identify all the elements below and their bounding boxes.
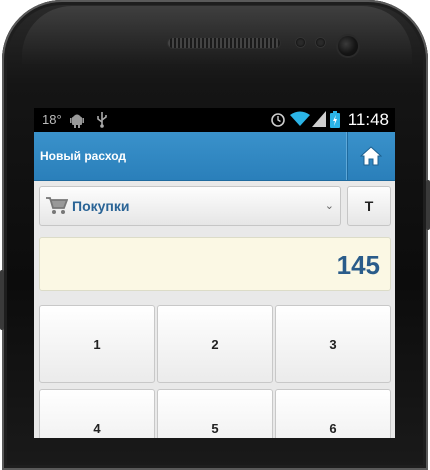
category-value: Покупки [72, 198, 130, 214]
key-5[interactable]: 5 [157, 389, 273, 438]
expense-form: Покупки ⌄ T 145 1 2 3 4 5 6 [34, 181, 395, 438]
key-4[interactable]: 4 [39, 389, 155, 438]
key-1[interactable]: 1 [39, 305, 155, 383]
home-icon [360, 146, 382, 166]
page-title: Новый расход [40, 149, 127, 163]
proximity-sensor [296, 38, 305, 47]
category-select[interactable]: Покупки ⌄ [39, 186, 341, 226]
signal-icon [312, 111, 326, 127]
alarm-icon [270, 111, 286, 127]
front-camera [338, 36, 358, 56]
bezel-shine [22, 6, 412, 66]
screen: 18° 11:48 Новый расход Покупки ⌄ T 145 1… [34, 108, 395, 438]
wifi-icon [290, 111, 310, 127]
type-button[interactable]: T [347, 186, 391, 226]
home-button[interactable] [346, 132, 395, 180]
key-2[interactable]: 2 [157, 305, 273, 383]
key-3[interactable]: 3 [275, 305, 391, 383]
amount-field[interactable]: 145 [39, 237, 391, 291]
key-6[interactable]: 6 [275, 389, 391, 438]
temperature: 18° [42, 112, 62, 127]
earpiece-speaker [168, 38, 280, 48]
light-sensor [316, 38, 325, 47]
clock: 11:48 [347, 110, 389, 129]
chevron-down-icon: ⌄ [324, 200, 334, 212]
status-bar: 18° 11:48 [34, 108, 395, 132]
volume-button [0, 270, 4, 330]
usb-icon [96, 112, 108, 128]
phone-frame: 18° 11:48 Новый расход Покупки ⌄ T 145 1… [0, 0, 430, 470]
amount-value: 145 [336, 250, 380, 280]
battery-icon [330, 111, 340, 128]
app-bar: Новый расход [34, 132, 395, 181]
cart-icon [46, 197, 69, 220]
power-button [426, 180, 430, 230]
android-debug-icon [70, 112, 84, 128]
